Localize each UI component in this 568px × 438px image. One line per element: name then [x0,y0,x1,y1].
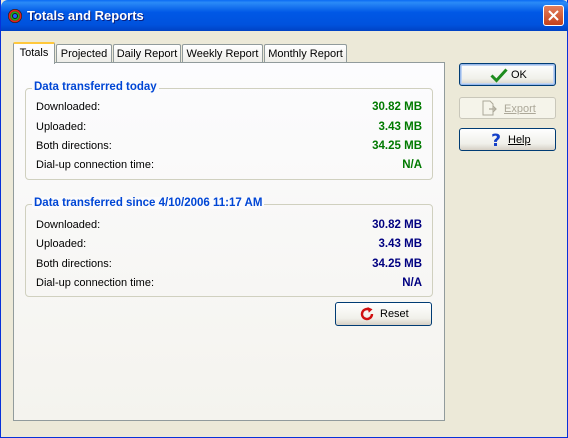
today-row-dialup: Dial-up connection time: N/A [36,159,422,175]
export-label: Export [504,103,536,115]
tab-daily-report[interactable]: Daily Report [113,44,181,64]
row-label: Downloaded: [36,219,101,231]
since-group: Data transferred since 4/10/2006 11:17 A… [25,197,433,297]
row-label: Uploaded: [36,121,87,133]
export-label-text: Export [504,103,536,115]
row-label: Dial-up connection time: [36,277,155,289]
row-value: 30.82 MB [372,101,422,113]
since-row-uploaded: Uploaded: 3.43 MB [36,238,422,254]
totals-panel: Data transferred today Downloaded: 30.82… [13,62,445,421]
row-label: Both directions: [36,258,112,270]
row-value: 34.25 MB [372,258,422,270]
tab-monthly-report[interactable]: Monthly Report [264,44,347,64]
today-row-both: Both directions: 34.25 MB [36,140,422,156]
svg-text:?: ? [491,131,501,148]
ok-label: OK [511,69,527,81]
row-value: 3.43 MB [378,238,422,250]
row-value: N/A [402,277,422,289]
row-label: Downloaded: [36,101,101,113]
help-icon: ? [491,131,501,148]
since-row-both: Both directions: 34.25 MB [36,258,422,274]
row-value: N/A [402,159,422,171]
reset-button[interactable]: Reset [335,302,432,326]
checkmark-icon [490,68,508,83]
help-label-text: Help [508,134,531,146]
tab-projected[interactable]: Projected [56,44,112,64]
totals-and-reports-window: Totals and Reports Totals Projected Dail… [0,0,568,438]
since-group-title: Data transferred since 4/10/2006 11:17 A… [32,197,265,209]
help-button[interactable]: ? Help [459,128,556,151]
today-group-title: Data transferred today [32,81,159,93]
tab-totals[interactable]: Totals [13,42,55,64]
row-value: 3.43 MB [378,121,422,133]
since-row-dialup: Dial-up connection time: N/A [36,277,422,293]
today-group: Data transferred today Downloaded: 30.82… [25,81,433,180]
ok-button[interactable]: OK [459,63,556,86]
today-row-uploaded: Uploaded: 3.43 MB [36,121,422,137]
export-icon [482,100,497,116]
app-icon [8,9,22,23]
row-label: Uploaded: [36,238,87,250]
row-value: 34.25 MB [372,140,422,152]
since-row-downloaded: Downloaded: 30.82 MB [36,219,422,235]
help-label: Help [508,134,531,146]
reset-label: Reset [380,308,409,320]
title-bar[interactable]: Totals and Reports [1,0,568,31]
window-title: Totals and Reports [27,8,144,23]
close-button[interactable] [543,5,564,26]
reset-icon [360,307,374,321]
export-button[interactable]: Export [459,97,556,119]
row-value: 30.82 MB [372,219,422,231]
tab-weekly-report[interactable]: Weekly Report [182,44,263,64]
today-row-downloaded: Downloaded: 30.82 MB [36,101,422,117]
row-label: Dial-up connection time: [36,159,155,171]
close-icon [548,10,559,21]
row-label: Both directions: [36,140,112,152]
